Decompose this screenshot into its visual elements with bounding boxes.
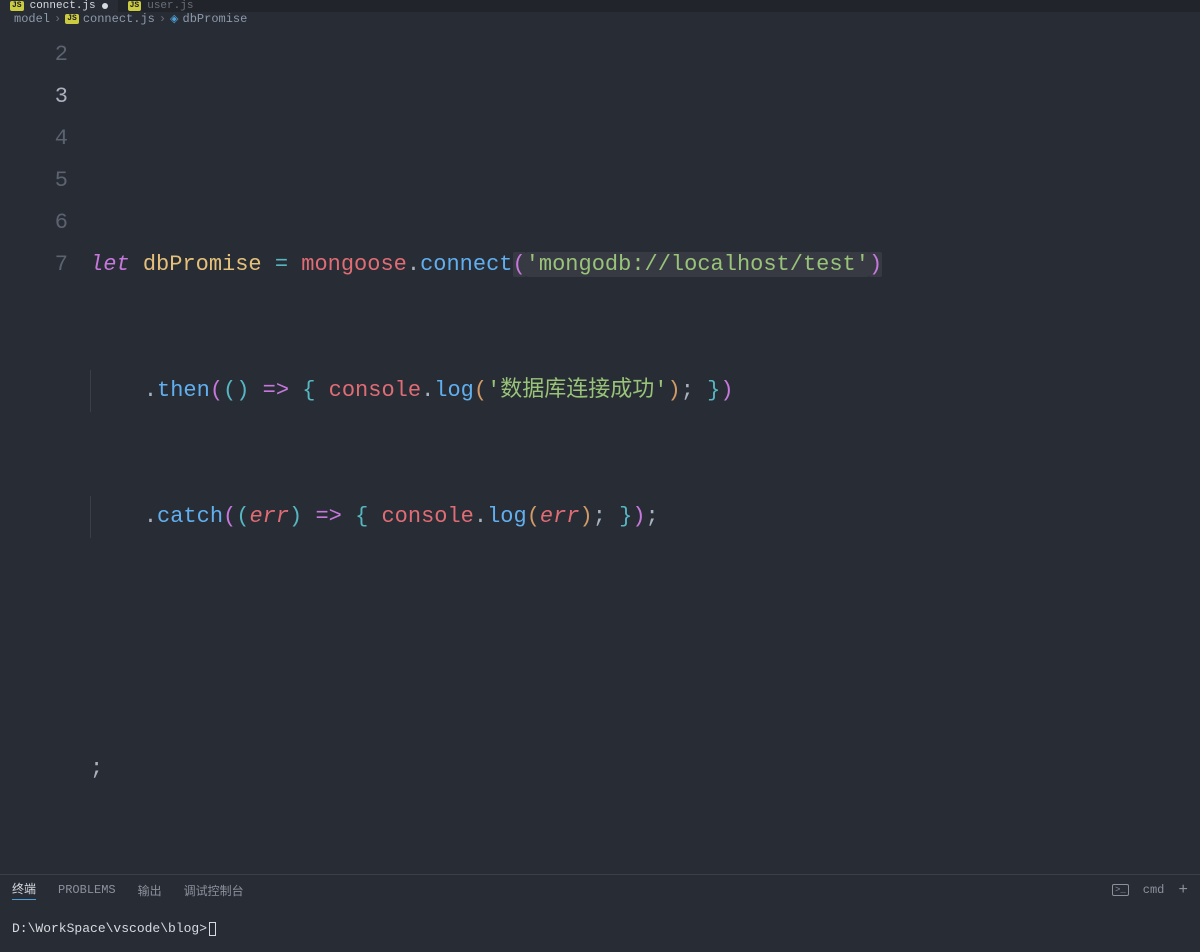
terminal[interactable]: D:\WorkSpace\vscode\blog> — [0, 905, 1200, 952]
panel-tab-debug-console[interactable]: 调试控制台 — [184, 882, 244, 899]
dirty-dot-icon — [102, 3, 108, 9]
code-content[interactable]: let dbPromise = mongoose.connect('mongod… — [90, 34, 1200, 874]
js-icon: JS — [65, 14, 79, 24]
tab-label: user.js — [147, 0, 193, 12]
line-number: 6 — [0, 202, 68, 244]
code-line — [90, 118, 1200, 160]
breadcrumb-folder: model — [14, 12, 50, 26]
code-line: ; — [90, 748, 1200, 790]
breadcrumb-symbol: dbPromise — [183, 12, 248, 26]
bottom-panel: 终端 PROBLEMS 输出 调试控制台 >_ cmd + D:\WorkSpa… — [0, 874, 1200, 952]
terminal-shell-icon: >_ — [1112, 884, 1129, 896]
panel-tab-output[interactable]: 输出 — [138, 882, 162, 899]
terminal-cursor-icon — [209, 922, 216, 936]
panel-tab-problems[interactable]: PROBLEMS — [58, 883, 116, 897]
tab-user-js[interactable]: JS user.js — [118, 0, 204, 12]
panel-tab-bar: 终端 PROBLEMS 输出 调试控制台 >_ cmd + — [0, 875, 1200, 905]
line-number: 7 — [0, 244, 68, 286]
line-number-gutter: 2 3 4 5 6 7 — [0, 34, 90, 874]
panel-tab-terminal[interactable]: 终端 — [12, 880, 36, 900]
chevron-right-icon: › — [54, 12, 61, 26]
breadcrumb[interactable]: model › JS connect.js › ◈ dbPromise — [0, 12, 1200, 26]
code-line: let dbPromise = mongoose.connect('mongod… — [90, 244, 1200, 286]
terminal-shell-label[interactable]: cmd — [1143, 883, 1165, 897]
line-number: 4 — [0, 118, 68, 160]
code-line — [90, 622, 1200, 664]
tab-label: connect.js — [30, 0, 96, 12]
breadcrumb-file: connect.js — [83, 12, 155, 26]
editor-tab-bar: JS connect.js JS user.js — [0, 0, 1200, 12]
line-number: 3 — [0, 76, 68, 118]
new-terminal-button[interactable]: + — [1178, 881, 1188, 899]
line-number: 2 — [0, 34, 68, 76]
line-number: 5 — [0, 160, 68, 202]
code-line: .then(() => { console.log('数据库连接成功'); }) — [90, 370, 1200, 412]
code-line: .catch((err) => { console.log(err); }); — [90, 496, 1200, 538]
code-editor[interactable]: 2 3 4 5 6 7 let dbPromise = mongoose.con… — [0, 26, 1200, 874]
js-icon: JS — [128, 1, 142, 11]
symbol-variable-icon: ◈ — [170, 12, 178, 26]
terminal-prompt: D:\WorkSpace\vscode\blog> — [12, 921, 207, 936]
chevron-right-icon: › — [159, 12, 166, 26]
js-icon: JS — [10, 1, 24, 11]
tab-connect-js[interactable]: JS connect.js — [0, 0, 118, 12]
